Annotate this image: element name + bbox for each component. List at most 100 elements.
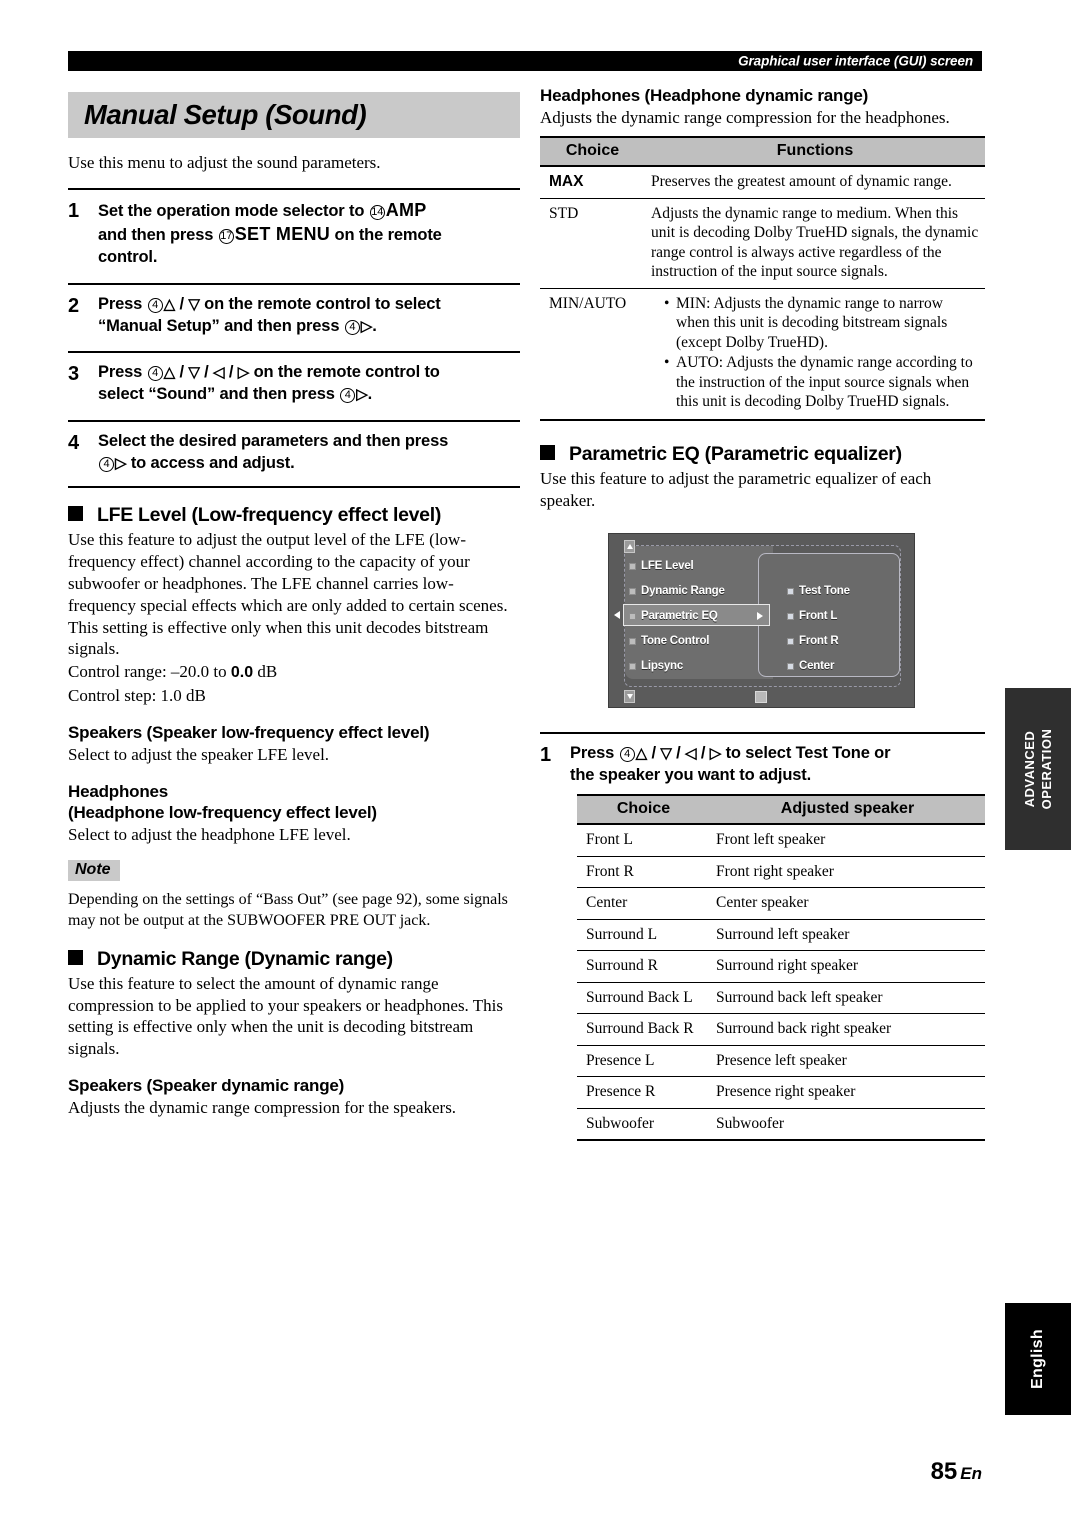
gui-menu-item-label: Dynamic Range — [641, 585, 725, 598]
column-header-choice: Choice — [577, 794, 710, 826]
gui-menu-item-test-tone[interactable]: Test Tone — [787, 585, 850, 597]
callout-14: 14 — [369, 204, 385, 220]
running-header-bar: Graphical user interface (GUI) screen — [68, 51, 982, 71]
cell-adjusted-speaker: Surround left speaker — [710, 919, 985, 952]
gui-menu-item-front-r[interactable]: Front R — [787, 635, 839, 648]
lfe-control-step: Control step: 1.0 dB — [68, 685, 206, 705]
step-2-number: 2 — [68, 294, 80, 317]
callout-17: 17 — [218, 228, 234, 244]
step-1-text: Set the operation mode selector to 14 AMP… — [98, 199, 442, 266]
table-row: Front R Front right speaker — [577, 856, 985, 889]
section-heading-dynamic-range-text: Dynamic Range (Dynamic range) — [97, 947, 393, 970]
lfe-control-range: Control range: –20.0 to 0.0 dB — [68, 661, 520, 684]
table-header-row: Choice Functions — [540, 136, 985, 168]
section-heading-parametric-eq-text: Parametric EQ (Parametric equalizer) — [569, 442, 902, 465]
step-3: 3 Press 4 △ / ▽ / ◁ / ▷ on the remote con… — [68, 351, 520, 406]
callout-4: 4 — [619, 747, 635, 763]
callout-4: 4 — [147, 366, 163, 382]
gui-menu-item-center[interactable]: Center — [787, 660, 834, 672]
parametric-eq-body: Use this feature to adjust the parametri… — [540, 468, 932, 510]
list-item: MIN: Adjusts the dynamic range to narrow… — [664, 294, 979, 353]
lfe-control-range-label: Control range: –20.0 to — [68, 662, 231, 682]
right-arrow-icon: ▷ — [709, 745, 722, 763]
cell-choice: Presence R — [577, 1076, 710, 1109]
right-cursor-icon — [757, 612, 763, 621]
parametric-eq-step-1-text: Press 4 △ / ▽ / ◁ / ▷ to select Test Tone… — [570, 744, 891, 785]
callout-4: 4 — [99, 457, 114, 473]
cell-function: Adjusts the dynamic range to medium. Whe… — [645, 198, 985, 289]
table-header-row: Choice Adjusted speaker — [577, 794, 985, 826]
side-tab-language: English — [1005, 1303, 1071, 1415]
dynamic-range-speakers-heading: Speakers (Speaker dynamic range) — [68, 1076, 345, 1096]
lfe-speakers-body: Select to adjust the speaker LFE level. — [68, 744, 330, 764]
cell-choice: MIN/AUTO — [540, 288, 645, 421]
adjusted-speaker-table: Choice Adjusted speaker Front L Front lef… — [577, 794, 985, 1142]
lfe-headphones-heading-line1: Headphones — [68, 781, 169, 801]
side-tab-language-text: English — [1029, 1329, 1046, 1389]
gui-menu-item-label: LFE Level — [641, 560, 694, 573]
side-tab-line1: ADVANCED — [1021, 730, 1037, 808]
column-header-adjusted-speaker: Adjusted speaker — [710, 794, 985, 826]
side-tab-advanced-operation: ADVANCED OPERATION — [1005, 688, 1071, 850]
table-row: MAX Preserves the greatest amount of dyn… — [540, 166, 985, 199]
gui-menu-item-parametric-eq[interactable]: Parametric EQ — [629, 610, 718, 622]
page-number-lang: En — [960, 1464, 982, 1483]
cell-function: MIN: Adjusts the dynamic range to narrow… — [645, 288, 985, 421]
menu-bullet-icon — [629, 637, 636, 645]
cell-choice: Center — [577, 887, 710, 920]
menu-bullet-icon — [629, 587, 636, 595]
table-row: Front L Front left speaker — [577, 824, 985, 857]
gui-menu-item-front-l[interactable]: Front L — [787, 610, 837, 622]
menu-bullet-icon — [629, 562, 636, 570]
cell-choice: STD — [540, 198, 645, 289]
list-item: AUTO: Adjusts the dynamic range accordin… — [664, 353, 979, 412]
scroll-up-icon[interactable] — [624, 540, 635, 554]
note-tag: Note — [68, 860, 120, 882]
step-1: 1 Set the operation mode selector to 14 A… — [68, 187, 520, 269]
cell-choice: Surround Back L — [577, 982, 710, 1015]
dynamic-range-body: Use this feature to select the amount of… — [68, 973, 503, 1059]
running-header-text: Graphical user interface (GUI) screen — [738, 53, 973, 69]
right-arrow-icon: ▷ — [115, 455, 127, 473]
right-column: Headphones (Headphone dynamic range) Adj… — [540, 85, 985, 1142]
right-arrow-icon: ▷ — [237, 364, 250, 382]
table-row: Surround Back R Surround back right speak… — [577, 1013, 985, 1046]
gui-screen-illustration: LFE Level Dynamic Range Parametric EQ To… — [608, 533, 915, 709]
lfe-headphones-heading: Headphones (Headphone low-frequency effec… — [68, 781, 520, 824]
scroll-down-icon[interactable] — [624, 690, 635, 704]
page-title: Manual Setup (Sound) — [84, 99, 367, 130]
table-row: STD Adjusts the dynamic range to medium.… — [540, 198, 985, 289]
lfe-headphones-body: Select to adjust the headphone LFE level… — [68, 825, 351, 845]
menu-bullet-icon — [629, 662, 636, 670]
cell-adjusted-speaker: Surround back left speaker — [710, 982, 985, 1015]
gui-menu-item-lfe-level[interactable]: LFE Level — [629, 560, 694, 572]
step-1-number: 1 — [68, 199, 80, 222]
gui-menu-item-lipsync[interactable]: Lipsync — [629, 660, 683, 672]
gui-menu-item-label: Center — [799, 660, 835, 673]
column-header-functions: Functions — [645, 136, 985, 168]
cell-choice: Front L — [577, 824, 710, 857]
cell-adjusted-speaker: Surround back right speaker — [710, 1013, 985, 1046]
cell-adjusted-speaker: Subwoofer — [710, 1108, 985, 1142]
menu-bullet-icon — [787, 587, 794, 595]
gui-menu-item-tone-control[interactable]: Tone Control — [629, 635, 709, 647]
cell-adjusted-speaker: Center speaker — [710, 887, 985, 920]
lfe-control-range-value: 0.0 — [230, 664, 254, 682]
column-header-choice: Choice — [540, 136, 645, 168]
gui-menu-item-label: Parametric EQ — [641, 610, 718, 623]
headphones-dynamic-range-body: Adjusts the dynamic range compression fo… — [540, 108, 950, 128]
up-arrow-icon: △ — [163, 295, 176, 313]
step-2: 2 Press 4 △ / ▽ on the remote control to … — [68, 282, 520, 338]
lfe-control-range-unit: dB — [253, 662, 278, 682]
parametric-eq-step-1: 1 Press 4 △ / ▽ / ◁ / ▷ to select Test To… — [540, 732, 985, 787]
lfe-headphones-heading-line2: (Headphone low-frequency effect level) — [68, 802, 377, 822]
gui-menu-item-label: Front R — [799, 635, 839, 648]
section-heading-parametric-eq: Parametric EQ (Parametric equalizer) — [540, 443, 985, 466]
gui-bottom-marker-icon — [755, 691, 767, 704]
gui-menu-item-dynamic-range[interactable]: Dynamic Range — [629, 585, 725, 597]
menu-bullet-icon — [787, 612, 794, 620]
intro-text: Use this menu to adjust the sound parame… — [68, 153, 381, 172]
cell-choice: Surround Back R — [577, 1013, 710, 1046]
left-column: Manual Setup (Sound) Use this menu to ad… — [68, 92, 520, 1119]
page-number-value: 85 — [930, 1458, 958, 1485]
